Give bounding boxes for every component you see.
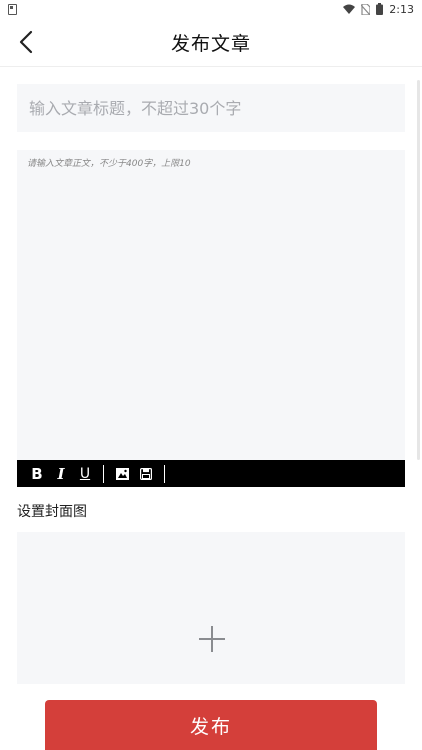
italic-button[interactable]: I [49,460,73,487]
cover-upload-area[interactable] [17,532,405,684]
save-icon [140,467,152,480]
article-body-editor[interactable]: 请输入文章正文，不少于400字，上限10 [17,150,405,460]
formatting-toolbar: B I U [17,460,405,487]
status-left [8,3,17,15]
article-title-input[interactable] [17,84,405,132]
status-bar: 2:13 [0,0,422,18]
bold-button[interactable]: B [25,460,49,487]
scrollbar[interactable] [417,80,420,460]
no-sim-icon [361,3,371,15]
sim-card-icon [8,3,17,15]
toolbar-divider [103,464,104,483]
toolbar-divider [164,464,165,483]
body-placeholder: 请输入文章正文，不少于400字，上限10 [27,159,191,169]
header: 发布文章 [0,18,422,67]
status-time: 2:13 [389,2,414,16]
battery-icon [376,3,384,15]
publish-article-screen: 2:13 发布文章 请输入文章正文，不少于400字，上限10 B I U [0,0,422,750]
insert-image-button[interactable] [110,460,134,487]
wifi-icon [343,4,356,14]
page-title: 发布文章 [170,32,251,55]
underline-button[interactable]: U [73,460,97,487]
publish-button[interactable]: 发布 [45,700,377,750]
back-button[interactable] [10,26,42,58]
cover-label: 设置封面图 [17,504,87,520]
save-button[interactable] [134,460,158,487]
status-right: 2:13 [343,3,414,16]
plus-icon [199,626,225,652]
image-icon [115,467,129,480]
chevron-left-icon [19,30,33,54]
